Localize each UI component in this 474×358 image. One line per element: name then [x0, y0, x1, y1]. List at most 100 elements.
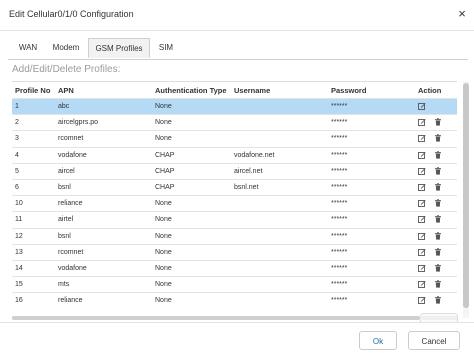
cell-apn: aircelgprs.po — [58, 119, 99, 127]
tab-gsm-profiles[interactable]: GSM Profiles — [88, 38, 150, 58]
tab-wan[interactable]: WAN — [13, 38, 43, 58]
cell-profile-no: 1 — [15, 103, 19, 110]
cell-apn: airtel — [58, 216, 74, 224]
edit-icon[interactable] — [418, 167, 426, 175]
table-row[interactable]: 1 abc None ****** — [12, 98, 457, 114]
cell-apn: rcomnet — [58, 135, 84, 143]
dialog-titlebar: Edit Cellular0/1/0 Configuration × — [0, 0, 474, 31]
cell-apn: reliance — [58, 297, 83, 305]
cell-auth-type: None — [155, 265, 172, 272]
edit-icon[interactable] — [418, 134, 426, 143]
horizontal-scrollbar-thumb[interactable] — [12, 316, 420, 320]
cell-auth-type: None — [155, 200, 172, 208]
cell-apn: vodafone — [58, 151, 87, 159]
cell-profile-no: 10 — [15, 200, 23, 208]
trash-icon[interactable] — [434, 280, 442, 288]
edit-icon[interactable] — [418, 151, 426, 159]
edit-icon[interactable] — [418, 296, 426, 305]
cell-password: ****** — [331, 151, 348, 159]
cell-password: ****** — [331, 297, 348, 305]
edit-icon[interactable] — [418, 102, 426, 110]
cancel-button[interactable]: Cancel — [408, 331, 460, 350]
table-row[interactable]: 13 rcomnet None ****** — [12, 243, 457, 260]
trash-icon[interactable] — [434, 199, 442, 207]
cell-username: vodafone.net — [234, 151, 275, 159]
cell-auth-type: None — [155, 135, 172, 143]
cell-password: ****** — [331, 135, 348, 143]
header-password: Password — [331, 86, 367, 95]
header-apn: APN — [58, 86, 74, 95]
trash-icon[interactable] — [434, 118, 442, 126]
trash-icon[interactable] — [434, 231, 442, 240]
cell-password: ****** — [331, 184, 348, 191]
cell-auth-type: CHAP — [155, 167, 175, 175]
cell-apn: rcomnet — [58, 248, 84, 256]
trash-icon[interactable] — [434, 183, 442, 191]
trash-icon[interactable] — [434, 167, 442, 175]
cell-profile-no: 16 — [15, 297, 23, 305]
cell-apn: abc — [58, 103, 70, 110]
table-row[interactable]: 5 aircel CHAP aircel.net ****** — [12, 162, 457, 179]
header-auth-type: Authentication Type — [155, 86, 227, 95]
cell-profile-no: 6 — [15, 184, 19, 191]
cell-auth-type: None — [155, 216, 172, 224]
table-row[interactable]: 6 bsnl CHAP bsnl.net ****** — [12, 179, 457, 195]
close-icon[interactable]: × — [455, 6, 469, 22]
cell-profile-no: 4 — [15, 151, 19, 159]
trash-icon[interactable] — [434, 150, 442, 159]
cell-auth-type: None — [155, 103, 172, 110]
cell-password: ****** — [331, 119, 348, 127]
edit-icon[interactable] — [418, 264, 426, 272]
cell-apn: bsnl — [58, 232, 71, 240]
cell-profile-no: 12 — [15, 232, 23, 240]
edit-icon[interactable] — [418, 199, 426, 208]
dialog-title: Edit Cellular0/1/0 Configuration — [9, 9, 134, 19]
cell-profile-no: 5 — [15, 167, 19, 175]
trash-icon[interactable] — [434, 215, 442, 223]
cell-password: ****** — [331, 200, 348, 208]
ok-button[interactable]: Ok — [359, 331, 397, 350]
table-row[interactable]: 11 airtel None ****** — [12, 211, 457, 227]
header-action: Action — [418, 86, 442, 95]
trash-icon[interactable] — [434, 296, 442, 304]
edit-icon[interactable] — [418, 280, 426, 289]
tab-modem[interactable]: Modem — [46, 38, 86, 58]
trash-icon[interactable] — [434, 134, 442, 142]
table-row[interactable]: 3 rcomnet None ****** — [12, 130, 457, 146]
cell-auth-type: None — [155, 232, 172, 240]
table-row[interactable]: 12 bsnl None ****** — [12, 227, 457, 244]
cell-profile-no: 11 — [15, 216, 23, 224]
cell-auth-type: None — [155, 281, 172, 289]
vertical-scrollbar-thumb[interactable] — [463, 83, 469, 308]
table-row[interactable]: 14 vodafone None ****** — [12, 260, 457, 276]
cell-password: ****** — [331, 103, 348, 110]
header-profile-no: Profile No — [15, 86, 51, 95]
edit-icon[interactable] — [418, 215, 426, 224]
edit-icon[interactable] — [418, 248, 426, 256]
trash-icon[interactable] — [434, 248, 442, 256]
cell-profile-no: 14 — [15, 265, 23, 272]
trash-icon[interactable] — [434, 264, 442, 272]
cell-password: ****** — [331, 248, 348, 256]
cell-auth-type: None — [155, 119, 172, 127]
tab-bar: WAN Modem GSM Profiles SIM — [8, 38, 468, 60]
header-username: Username — [234, 86, 271, 95]
profiles-table: Profile No APN Authentication Type Usern… — [12, 81, 457, 319]
cell-profile-no: 13 — [15, 248, 23, 256]
cell-username: aircel.net — [234, 167, 263, 175]
cell-username: bsnl.net — [234, 184, 259, 191]
edit-icon[interactable] — [418, 232, 426, 240]
cell-auth-type: CHAP — [155, 184, 175, 191]
table-row[interactable]: 4 vodafone CHAP vodafone.net ****** — [12, 146, 457, 163]
table-row[interactable]: 10 reliance None ****** — [12, 195, 457, 211]
edit-icon[interactable] — [418, 118, 426, 127]
table-row[interactable]: 2 aircelgprs.po None ****** — [12, 114, 457, 130]
table-header: Profile No APN Authentication Type Usern… — [12, 82, 457, 98]
tab-sim[interactable]: SIM — [151, 38, 181, 58]
cell-apn: vodafone — [58, 265, 87, 272]
cell-password: ****** — [331, 216, 348, 224]
edit-icon[interactable] — [418, 183, 426, 191]
table-row[interactable]: 15 mts None ****** — [12, 276, 457, 292]
table-row[interactable]: 16 reliance None ****** — [12, 292, 457, 308]
cell-password: ****** — [331, 232, 348, 240]
